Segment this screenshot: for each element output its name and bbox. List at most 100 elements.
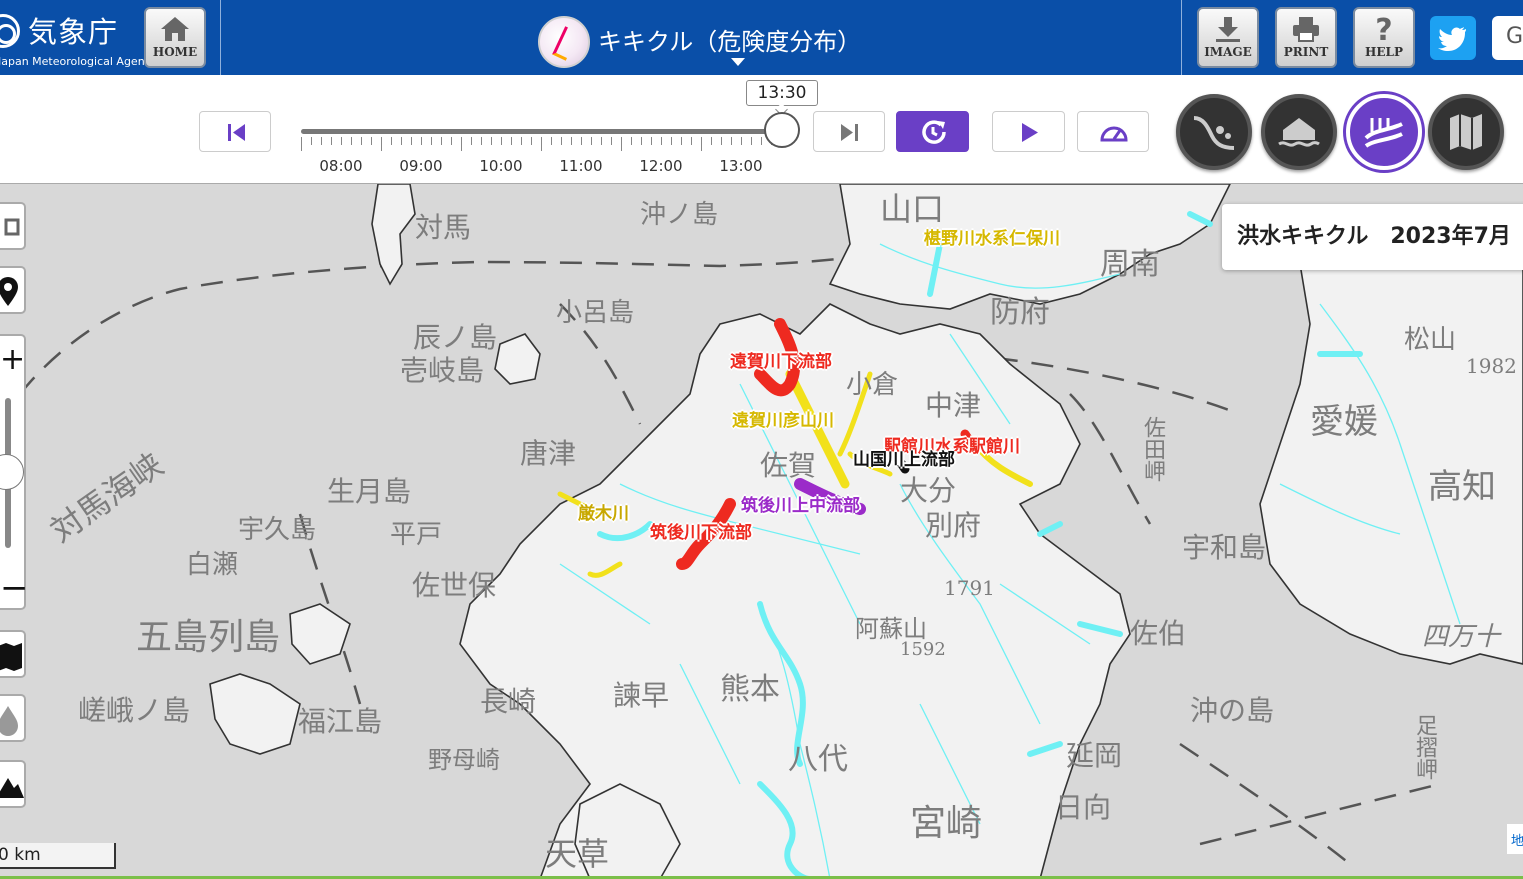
place-label: 大分	[900, 474, 957, 507]
place-label: 八代	[788, 742, 848, 777]
home-button[interactable]: HOME	[144, 7, 206, 68]
google-share-button[interactable]: G	[1492, 16, 1523, 60]
place-label: 別府	[925, 509, 982, 542]
place-label: 1592	[900, 639, 946, 660]
play-button[interactable]	[992, 111, 1065, 152]
tick-label: 11:00	[559, 157, 603, 175]
landslide-icon	[1193, 116, 1235, 150]
map-layer-button[interactable]	[1428, 94, 1504, 170]
place-label: 福江島	[298, 705, 383, 738]
home-button-label: HOME	[152, 45, 198, 59]
river-label[interactable]: 山国川上流部	[853, 445, 955, 470]
house-icon	[161, 17, 189, 41]
place-label: 日向	[1055, 791, 1112, 824]
location-button[interactable]	[0, 266, 26, 314]
layer-info-text: 洪水キキクル 2023年7月	[1237, 224, 1511, 249]
layer-info-panel[interactable]: 洪水キキクル 2023年7月	[1222, 204, 1523, 270]
print-label: PRINT	[1283, 45, 1329, 59]
place-label: 佐伯	[1130, 617, 1187, 650]
place-label: 壱岐島	[400, 354, 485, 387]
printer-icon	[1293, 17, 1319, 42]
place-label: 唐津	[520, 437, 577, 470]
chevron-down-icon	[731, 58, 745, 66]
tick-label: 10:00	[479, 157, 523, 175]
river-label[interactable]: 筑後川上中流部	[741, 491, 860, 516]
map-attribution[interactable]: 地	[1507, 824, 1523, 854]
place-label: 対馬	[415, 211, 472, 244]
timeline-ticks	[301, 137, 772, 151]
place-label: 小倉	[846, 370, 899, 400]
base-map-button[interactable]	[0, 630, 26, 678]
current-time-display: 13:30	[746, 80, 818, 106]
zoom-control: + −	[0, 334, 29, 610]
inundation-layer-button[interactable]	[1261, 94, 1337, 170]
river-label[interactable]: 遠賀川彦山川	[732, 406, 834, 431]
place-label: 五島列島	[136, 617, 281, 658]
place-label: 佐田岬	[1140, 416, 1165, 482]
flood-layer-button[interactable]	[1346, 94, 1422, 170]
place-label: 沖の島	[1190, 694, 1275, 727]
mountain-icon	[0, 778, 24, 798]
place-label: 四万十	[1422, 622, 1501, 652]
river-label[interactable]: 遠賀川下流部	[730, 347, 832, 372]
map-icon	[1450, 114, 1482, 150]
place-label: 熊本	[720, 672, 780, 707]
river-label[interactable]: 筑後川下流部	[650, 518, 752, 543]
raindrop-icon	[0, 706, 18, 736]
landslide-layer-button[interactable]	[1176, 94, 1252, 170]
zoom-slider-thumb[interactable]	[0, 454, 24, 490]
skip-to-end-icon	[841, 124, 858, 141]
place-label: 宇久島	[238, 515, 317, 545]
timeline-slider-track[interactable]	[301, 129, 781, 134]
rain-layer-button[interactable]	[0, 694, 26, 742]
play-icon	[1022, 123, 1038, 142]
place-label: 高知	[1428, 467, 1496, 507]
latest-time-button[interactable]	[896, 111, 969, 152]
header-divider	[220, 0, 221, 75]
inundation-icon	[1278, 118, 1320, 147]
save-image-label: IMAGE	[1204, 45, 1252, 59]
place-label: 白瀬	[186, 550, 239, 580]
ikishima-island	[494, 333, 541, 385]
tick-label: 13:00	[719, 157, 763, 175]
print-button[interactable]: PRINT	[1275, 7, 1337, 68]
refresh-clock-icon	[922, 120, 946, 144]
timeline-toolbar: 13:30 08:00 09:00 10:00 11:00 12:00 13:0…	[0, 75, 1523, 184]
place-label: 松山	[1404, 325, 1457, 355]
place-label: 佐賀	[760, 449, 817, 482]
place-label: 中津	[925, 389, 982, 422]
speedometer-icon	[1100, 126, 1128, 142]
save-image-button[interactable]: IMAGE	[1197, 7, 1259, 68]
agency-name: 気象庁	[28, 15, 119, 49]
river-label[interactable]: 椹野川水系仁保川	[924, 224, 1060, 249]
place-label: 防府	[990, 295, 1050, 330]
map-view[interactable]: 対馬 沖ノ島 山口 小呂島 辰ノ島 壱岐島 対馬海峡 防府 周南 中津 生月島 …	[0, 184, 1523, 879]
map-attribution-label: 地	[1511, 834, 1523, 849]
place-label: 愛媛	[1310, 402, 1378, 442]
place-label: 小呂島	[556, 298, 635, 328]
place-label: 宇和島	[1182, 531, 1267, 564]
jump-to-first-button[interactable]	[199, 111, 271, 152]
help-button[interactable]: ? HELP	[1353, 7, 1415, 68]
terrain-layer-button[interactable]	[0, 760, 26, 808]
timeline-slider-thumb[interactable]	[764, 112, 800, 148]
zoom-out-button[interactable]: −	[0, 568, 29, 608]
skip-to-start-icon	[228, 124, 245, 141]
river-label[interactable]: 厳木川	[578, 499, 629, 524]
jma-logo[interactable]: 気象庁 Japan Meteorological Agency	[0, 0, 157, 75]
twitter-share-button[interactable]	[1430, 16, 1476, 60]
place-label: 足摺岬	[1412, 714, 1437, 780]
place-label: 諫早	[613, 679, 670, 712]
map-canvas[interactable]	[0, 184, 1523, 879]
place-label: 延岡	[1066, 739, 1123, 772]
place-label: 平戸	[390, 520, 443, 550]
place-label: 1982	[1466, 354, 1517, 378]
place-label: 天草	[545, 835, 610, 873]
fullscreen-button[interactable]	[0, 202, 26, 250]
zoom-in-button[interactable]: +	[0, 342, 25, 377]
tick-label: 12:00	[639, 157, 683, 175]
map-icon	[0, 643, 22, 671]
playback-speed-button[interactable]	[1077, 111, 1149, 152]
question-mark-icon: ?	[1375, 15, 1392, 43]
jump-to-last-button[interactable]	[813, 111, 885, 152]
